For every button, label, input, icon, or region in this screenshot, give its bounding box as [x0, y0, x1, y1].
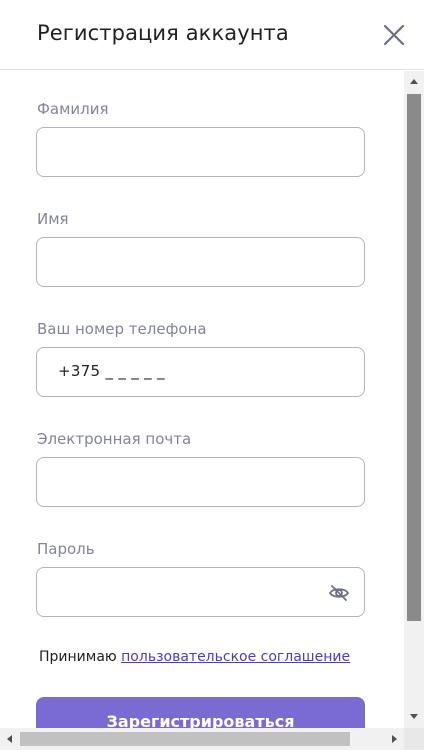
password-label: Пароль — [37, 540, 95, 558]
close-button[interactable] — [380, 21, 408, 49]
agreement-prefix: Принимаю — [39, 649, 117, 665]
horizontal-scrollbar[interactable] — [0, 728, 404, 750]
dialog-header: Регистрация аккаунта — [0, 0, 424, 70]
scroll-down-arrow-icon[interactable] — [404, 707, 424, 725]
eye-hidden-icon[interactable] — [328, 582, 350, 604]
scroll-left-arrow-icon[interactable] — [0, 728, 20, 750]
phone-label: Ваш номер телефона — [37, 320, 207, 338]
last-name-input[interactable] — [36, 127, 365, 177]
registration-form: Фамилия Имя Ваш номер телефона +375 _ _ … — [0, 71, 404, 728]
user-agreement-link[interactable]: пользовательское соглашение — [121, 649, 350, 665]
vertical-scrollbar[interactable] — [404, 71, 424, 728]
scroll-up-arrow-icon[interactable] — [404, 73, 424, 91]
vertical-scroll-thumb[interactable] — [407, 94, 421, 621]
phone-value: +375 _ _ _ _ _ — [58, 362, 165, 380]
scroll-right-arrow-icon[interactable] — [384, 728, 404, 750]
phone-input[interactable]: +375 _ _ _ _ _ — [36, 347, 365, 397]
password-input[interactable] — [36, 567, 365, 617]
email-label: Электронная почта — [37, 430, 192, 448]
first-name-input[interactable] — [36, 237, 365, 287]
dialog-title: Регистрация аккаунта — [37, 21, 289, 45]
close-icon — [383, 24, 405, 46]
horizontal-scroll-thumb[interactable] — [20, 732, 350, 746]
register-button[interactable]: Зарегистрироваться — [36, 697, 365, 728]
agreement-text: Принимаю пользовательское соглашение — [39, 649, 350, 665]
scrollbar-corner — [404, 728, 424, 750]
email-input[interactable] — [36, 457, 365, 507]
first-name-label: Имя — [37, 210, 69, 228]
last-name-label: Фамилия — [37, 100, 109, 118]
